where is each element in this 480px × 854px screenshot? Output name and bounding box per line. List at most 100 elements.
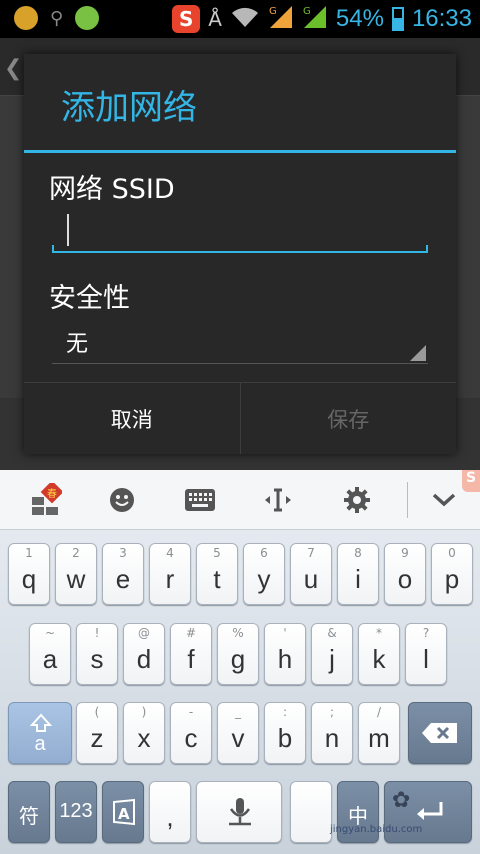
space-key[interactable] (196, 781, 282, 843)
key-sub-label: 6 (260, 546, 268, 560)
key[interactable]: 2w (55, 543, 97, 605)
key-label: a (42, 644, 58, 674)
key-sub-label: 8 (354, 546, 362, 560)
clock: 16:33 (411, 5, 472, 32)
key[interactable]: 6y (243, 543, 285, 605)
microphone-icon (225, 796, 255, 832)
cursor-move-icon[interactable] (262, 482, 294, 518)
key-sub-label: _ (235, 705, 241, 719)
key-label: n (324, 723, 340, 753)
key[interactable]: _ v (217, 702, 259, 764)
keyboard-icon[interactable] (182, 482, 218, 518)
comma-key[interactable]: , (149, 781, 191, 843)
key-label: y (257, 564, 271, 594)
key-label: g (230, 644, 246, 674)
app-icon (14, 6, 38, 30)
key-label: c (184, 723, 198, 753)
key[interactable]: ' h (264, 623, 306, 685)
key[interactable]: ; n (311, 702, 353, 764)
signal-icon: G (302, 4, 328, 34)
backspace-key[interactable] (408, 702, 472, 764)
dialog-title: 添加网络 (61, 88, 197, 128)
status-bar-left: ⚲ (14, 6, 100, 30)
security-value: 无 (66, 332, 89, 357)
key[interactable]: ) x (123, 702, 165, 764)
ssid-input[interactable] (52, 206, 428, 256)
key-sub-label: % (232, 626, 244, 640)
key-label: u (303, 564, 319, 594)
cancel-button[interactable]: 取消 (24, 383, 241, 454)
chevron-down-icon[interactable] (428, 482, 460, 518)
key-label: m (368, 723, 390, 753)
key[interactable]: 7u (290, 543, 332, 605)
key-sub-label: & (327, 626, 337, 640)
input-method-key[interactable]: A (102, 781, 144, 843)
key-label: i (355, 564, 361, 594)
key[interactable]: 4r (149, 543, 191, 605)
emoji-icon[interactable] (105, 482, 139, 518)
key[interactable]: 1q (8, 543, 50, 605)
key[interactable]: @ d (123, 623, 165, 685)
symbols-key[interactable]: 符 (8, 781, 50, 843)
watermark-url: jingyan.baidu.com (330, 824, 423, 835)
security-label: 安全性 (49, 283, 130, 314)
key-label: k (372, 644, 386, 674)
key[interactable]: -c (170, 702, 212, 764)
key-sub-label: 2 (72, 546, 80, 560)
key-sub-label: ~ (44, 626, 56, 640)
key-label: j (329, 644, 335, 674)
key[interactable]: 3e (102, 543, 144, 605)
spring-festival-icon[interactable]: 春 (28, 482, 64, 518)
key[interactable]: ? l (405, 623, 447, 685)
key[interactable]: & j (311, 623, 353, 685)
key-label: e (115, 564, 131, 594)
key[interactable]: 8i (337, 543, 379, 605)
key-sub-label: ( (94, 705, 100, 719)
key-label: z (90, 723, 104, 753)
status-bar: ⚲ S Å G G 54% 16:33 (0, 0, 480, 38)
battery-icon (391, 7, 404, 31)
toolbar-separator (407, 482, 408, 518)
key-label: p (444, 564, 460, 594)
key-label: h (277, 644, 293, 674)
gear-icon[interactable] (341, 482, 373, 518)
key-sub-label: * (376, 626, 382, 640)
key[interactable]: 0p (431, 543, 473, 605)
ssid-underline (52, 245, 428, 253)
key-sub-label: # (185, 626, 197, 640)
key-sub-label: / (376, 705, 382, 719)
key-label: f (187, 644, 195, 674)
key-label: t (213, 564, 221, 594)
svg-text:春: 春 (47, 488, 57, 500)
bluetooth-icon: Å (208, 7, 222, 31)
key-sub-label: 1 (25, 546, 33, 560)
key[interactable]: 5t (196, 543, 238, 605)
key[interactable]: / m (358, 702, 400, 764)
key[interactable]: (z (76, 702, 118, 764)
key[interactable]: 9o (384, 543, 426, 605)
key-label: r (165, 564, 175, 594)
status-bar-right: S Å G G 54% 16:33 (172, 4, 472, 34)
battery-percent: 54% (335, 5, 384, 32)
key-sub-label: : (282, 705, 288, 719)
key[interactable]: :b (264, 702, 306, 764)
key-sub-label: 9 (401, 546, 409, 560)
key[interactable]: # f (170, 623, 212, 685)
key-label: b (277, 723, 293, 753)
key-sub-label: ) (141, 705, 147, 719)
security-dropdown[interactable]: 无 (52, 322, 428, 364)
key[interactable]: ~ a (29, 623, 71, 685)
key[interactable]: * k (358, 623, 400, 685)
wechat-icon (75, 6, 100, 30)
key-sub-label: 0 (448, 546, 456, 560)
key-sub-label: @ (138, 626, 150, 640)
shift-key[interactable]: a (8, 702, 72, 764)
shift-key-label: a (34, 733, 46, 755)
key[interactable]: % g (217, 623, 259, 685)
ssid-label: 网络 SSID (49, 174, 175, 205)
symbols-key-label: 符 (19, 806, 39, 828)
key[interactable]: ! s (76, 623, 118, 685)
numbers-key[interactable]: 123 (55, 781, 97, 843)
keyboard-toolbar: 春 S (0, 470, 480, 530)
save-button[interactable]: 保存 (241, 383, 457, 454)
